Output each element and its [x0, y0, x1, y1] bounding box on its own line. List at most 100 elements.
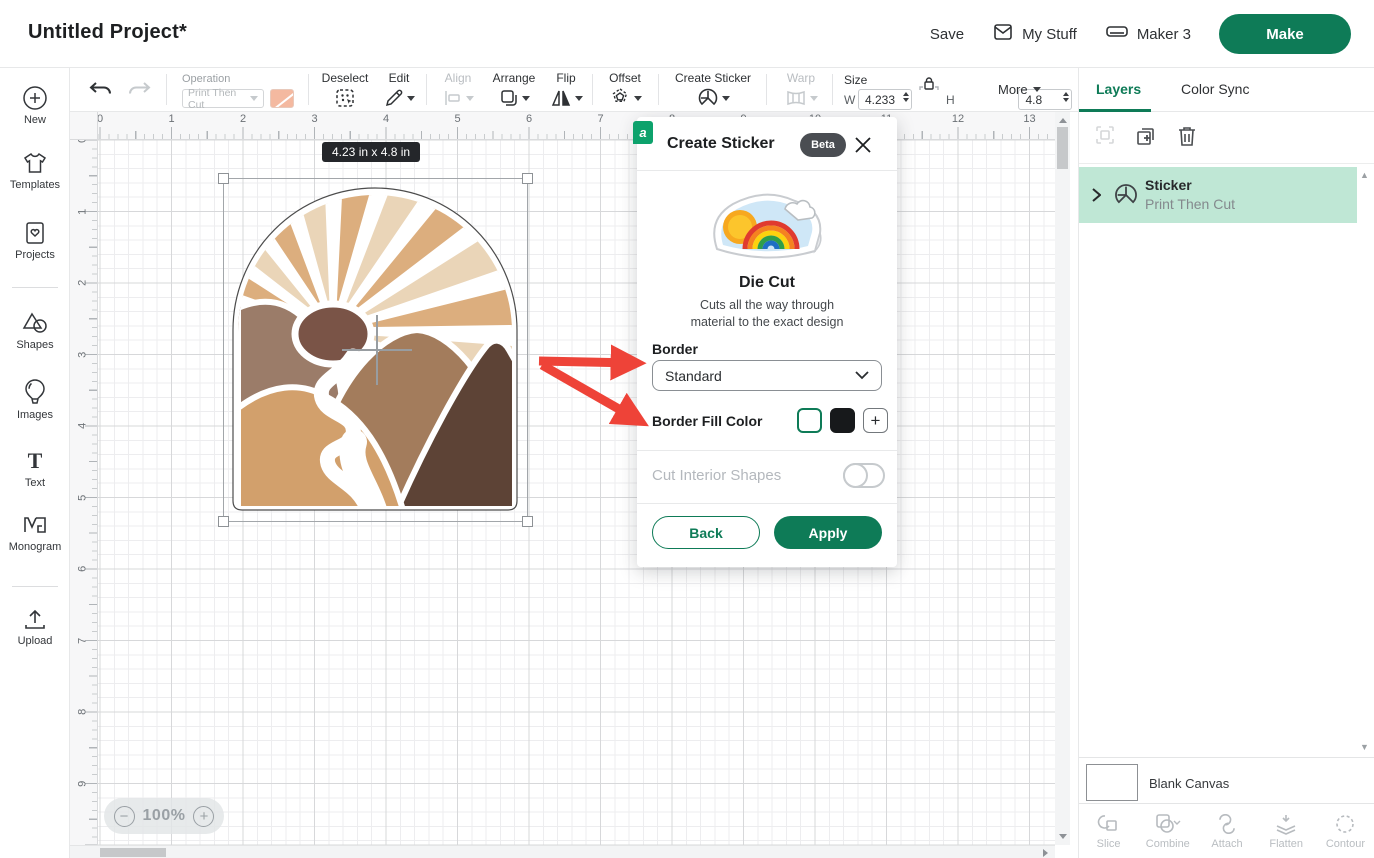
create-sticker-button[interactable]: Create Sticker	[666, 71, 760, 109]
back-button[interactable]: Back	[652, 516, 760, 549]
scrollbar-thumb[interactable]	[1057, 127, 1068, 169]
make-button[interactable]: Make	[1219, 14, 1351, 54]
vertical-ruler-numbers: 0123456789	[70, 140, 94, 819]
slice-icon	[1097, 812, 1121, 836]
border-fill-color-label: Border Fill Color	[652, 413, 762, 429]
project-title: Untitled Project*	[28, 21, 187, 44]
sidebar-item-templates[interactable]: Templates	[0, 150, 70, 191]
tab-color-sync[interactable]: Color Sync	[1181, 81, 1249, 97]
svg-text:T: T	[28, 448, 43, 473]
chevron-down-icon	[522, 96, 530, 101]
die-cut-desc: Cuts all the way through	[637, 298, 897, 312]
sidebar-item-upload[interactable]: Upload	[0, 606, 70, 647]
trash-icon[interactable]	[1176, 124, 1198, 148]
edit-toolbar: Operation Print Then Cut Deselect Edit A…	[70, 68, 1078, 112]
machine-icon	[1105, 21, 1129, 47]
warp-button: Warp	[776, 71, 826, 109]
width-input-wrap	[858, 89, 912, 110]
attach-button[interactable]: Attach	[1197, 804, 1256, 858]
design-canvas[interactable]: 012345678910111213 0123456789 4.23 in x …	[70, 112, 1055, 845]
sidebar-divider	[12, 586, 58, 587]
my-stuff-button[interactable]: My Stuff	[992, 21, 1077, 47]
sidebar-item-projects[interactable]: Projects	[0, 220, 70, 261]
height-stepper[interactable]	[1063, 92, 1069, 102]
upload-icon	[22, 606, 48, 632]
zoom-in-button[interactable]: +	[193, 806, 214, 827]
contour-icon	[1333, 812, 1357, 836]
sidebar-item-images[interactable]: Images	[0, 378, 70, 421]
close-icon[interactable]	[852, 134, 874, 156]
width-input[interactable]	[859, 90, 895, 109]
vertical-ruler: 0123456789	[70, 140, 98, 845]
operation-color-swatch[interactable]	[270, 89, 294, 108]
active-tab-underline	[1079, 109, 1151, 112]
monogram-icon	[21, 512, 49, 538]
text-icon: T	[22, 448, 48, 474]
lock-aspect-icon[interactable]	[918, 76, 940, 92]
edit-button[interactable]: Edit	[376, 71, 422, 109]
contour-button[interactable]: Contour	[1316, 804, 1374, 858]
chevron-down-icon	[407, 96, 415, 101]
chevron-right-icon[interactable]	[1091, 187, 1101, 203]
selection-handle-top-right[interactable]	[522, 173, 533, 184]
combine-icon	[1154, 812, 1182, 836]
tshirt-icon	[21, 150, 49, 176]
blank-canvas-thumbnail[interactable]	[1086, 764, 1138, 801]
flatten-button[interactable]: Flatten	[1257, 804, 1316, 858]
save-button[interactable]: Save	[930, 26, 964, 43]
panel-tabs: Layers Color Sync	[1079, 68, 1374, 112]
selection-crosshair	[376, 315, 378, 385]
tab-layers[interactable]: Layers	[1096, 81, 1141, 97]
panel-scroll-up-arrow[interactable]: ▲	[1360, 170, 1369, 180]
fill-swatch-black[interactable]	[830, 408, 855, 433]
warp-icon	[785, 89, 807, 107]
sidebar-item-shapes[interactable]: Shapes	[0, 310, 70, 351]
fill-swatch-white[interactable]	[797, 408, 822, 433]
die-cut-sticker-illustration	[707, 187, 827, 267]
zoom-level: 100%	[143, 807, 186, 825]
cut-interior-toggle[interactable]	[843, 463, 885, 488]
sidebar-item-new[interactable]: New	[0, 85, 70, 126]
selection-handle-bottom-right[interactable]	[522, 516, 533, 527]
flip-button[interactable]: Flip	[544, 71, 588, 109]
canvas-vertical-scrollbar[interactable]	[1055, 112, 1070, 845]
size-label: Size	[844, 73, 867, 87]
horizontal-ruler-numbers: 012345678910111213	[70, 113, 1055, 125]
undo-button[interactable]	[88, 78, 114, 107]
offset-icon	[609, 87, 631, 109]
operation-dropdown[interactable]: Print Then Cut	[182, 89, 264, 108]
redo-button[interactable]	[126, 78, 152, 107]
canvas-horizontal-scrollbar[interactable]	[70, 845, 1055, 858]
sidebar-divider	[12, 287, 58, 288]
scrollbar-thumb[interactable]	[100, 848, 166, 857]
width-stepper[interactable]	[903, 92, 909, 102]
combine-button[interactable]: Combine	[1138, 804, 1197, 858]
scroll-right-arrow[interactable]	[1043, 849, 1048, 857]
offset-button[interactable]: Offset	[598, 71, 652, 109]
panel-scroll-down-arrow[interactable]: ▼	[1360, 742, 1369, 752]
deselect-button[interactable]: Deselect	[316, 71, 374, 109]
panel-title: Create Sticker	[667, 135, 775, 153]
duplicate-icon[interactable]	[1134, 124, 1158, 148]
die-cut-desc: material to the exact design	[637, 315, 897, 329]
border-select[interactable]: Standard	[652, 360, 882, 391]
layer-row-sticker[interactable]: Sticker Print Then Cut	[1079, 167, 1357, 223]
sidebar-item-text[interactable]: T Text	[0, 448, 70, 489]
selection-handle-bottom-left[interactable]	[218, 516, 229, 527]
zoom-out-button[interactable]: −	[114, 806, 135, 827]
arrange-button[interactable]: Arrange	[486, 71, 542, 109]
scroll-up-arrow[interactable]	[1059, 118, 1067, 123]
apply-button[interactable]: Apply	[774, 516, 882, 549]
sidebar-item-monogram[interactable]: Monogram	[0, 512, 70, 553]
my-stuff-icon	[992, 21, 1014, 47]
deselect-icon	[334, 87, 356, 109]
scroll-down-arrow[interactable]	[1059, 834, 1067, 839]
chevron-down-icon	[855, 371, 869, 380]
add-color-button[interactable]: +	[863, 408, 888, 433]
layer-actions-bar: Slice Combine Attach Flatten Contour	[1079, 803, 1374, 858]
selection-handle-top-left[interactable]	[218, 173, 229, 184]
width-label: W	[844, 93, 855, 107]
more-button[interactable]: More	[998, 82, 1041, 97]
slice-button[interactable]: Slice	[1079, 804, 1138, 858]
machine-selector[interactable]: Maker 3	[1105, 21, 1191, 47]
